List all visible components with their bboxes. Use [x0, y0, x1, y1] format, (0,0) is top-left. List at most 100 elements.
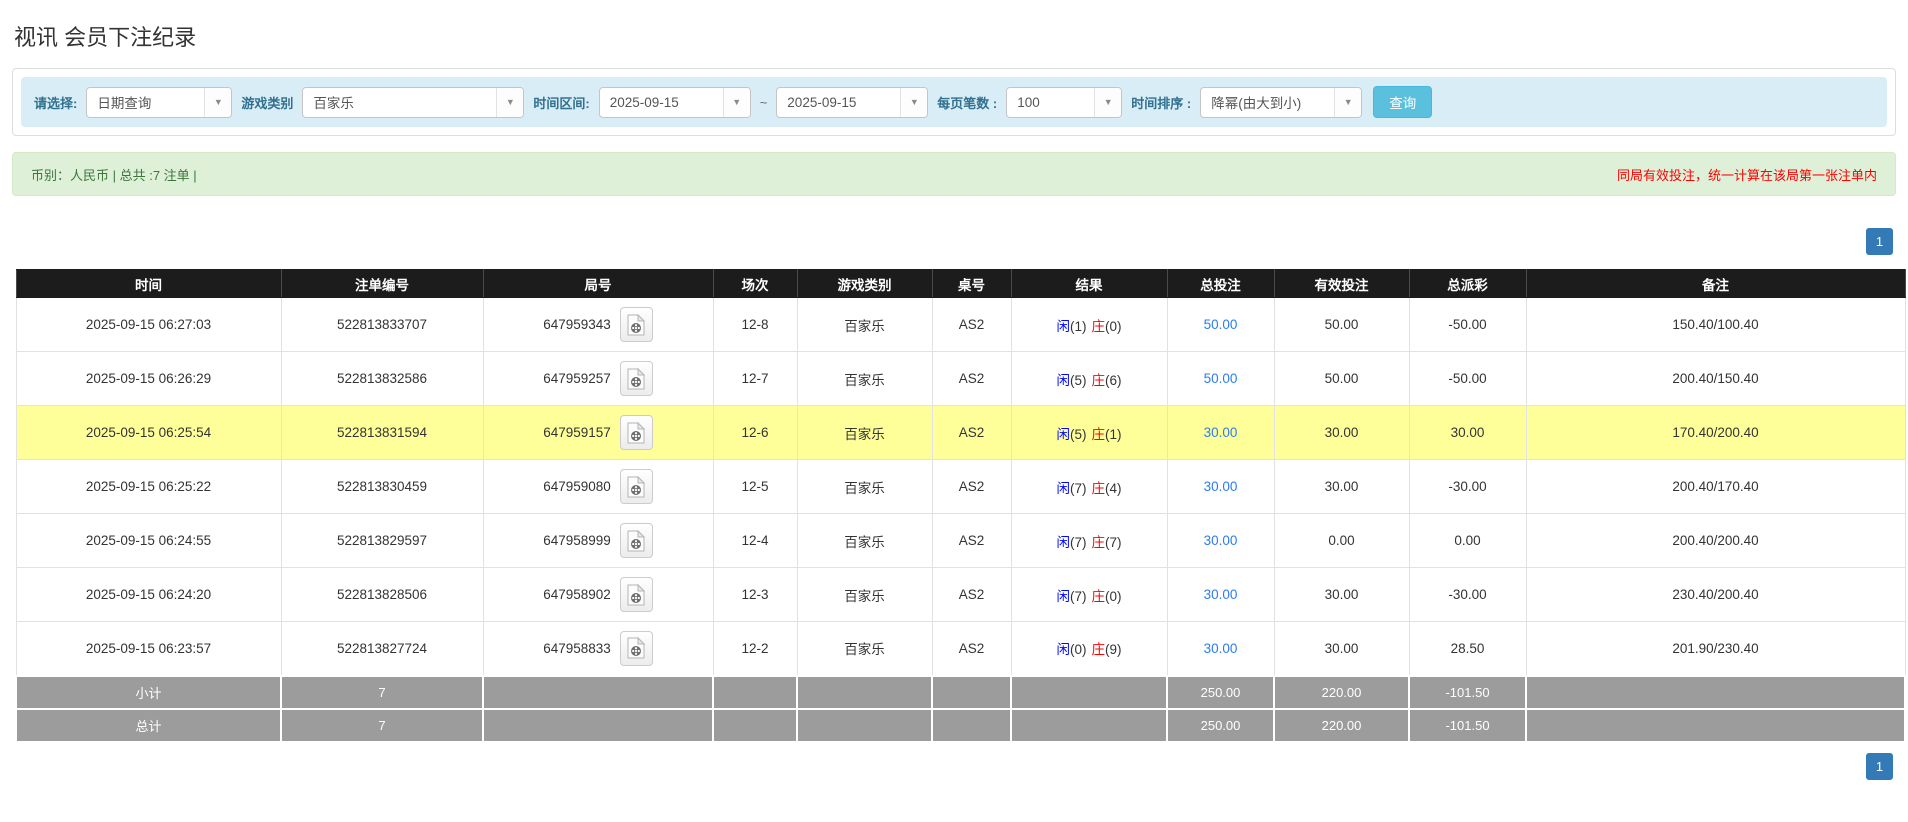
cell-bet-id: 522813833707: [280, 297, 484, 352]
video-record-button[interactable]: [619, 415, 653, 450]
cell-valid-bet: 50.00: [1273, 297, 1410, 352]
cell-result: 闲(7) 庄(4): [1010, 459, 1168, 514]
chevron-down-icon[interactable]: ▼: [496, 87, 524, 117]
cell-table-no: AS2: [931, 621, 1012, 676]
summary-bar: 币别：人民币 | 总共 :7 注单 | 同局有效投注，统一计算在该局第一张注单内: [12, 152, 1896, 196]
currency-total-text: 币别：人民币 | 总共 :7 注单 |: [31, 167, 197, 183]
video-file-icon: [627, 313, 646, 335]
chevron-down-icon[interactable]: ▼: [900, 87, 928, 117]
cell-bet-id: 522813828506: [280, 567, 484, 622]
video-record-button[interactable]: [619, 307, 653, 342]
valid-bet-note: 同局有效投注，统一计算在该局第一张注单内: [1616, 167, 1877, 183]
round-number: 647959157: [543, 425, 611, 440]
video-file-icon: [627, 637, 646, 659]
header-session: 场次: [712, 269, 798, 298]
cell-time: 2025-09-15 06:24:20: [15, 567, 282, 622]
round-number: 647959080: [543, 479, 611, 494]
cell-bet-id: 522813832586: [280, 351, 484, 406]
total-bet-link[interactable]: 30.00: [1204, 641, 1238, 656]
cell-payout: 28.50: [1408, 621, 1527, 676]
page: 视讯 会员下注纪录 请选择: 日期查询 ▼ 游戏类别 百家乐 ▼ 时间区间: 2…: [0, 0, 1908, 780]
subtotal-row: 小计 7 250.00 220.00 -101.50: [15, 674, 1906, 710]
total-bet-link[interactable]: 30.00: [1204, 533, 1238, 548]
query-type-select[interactable]: 日期查询 ▼: [86, 86, 233, 118]
subtotal-payout: -101.50: [1408, 674, 1527, 710]
video-record-button[interactable]: [619, 577, 653, 612]
video-record-button[interactable]: [619, 469, 653, 504]
chevron-down-icon[interactable]: ▼: [722, 87, 750, 117]
total-bet-link[interactable]: 50.00: [1204, 317, 1238, 332]
cell-round: 647959343: [482, 297, 714, 352]
video-file-icon: [627, 475, 646, 497]
grand-total-total-bet: 250.00: [1166, 707, 1275, 743]
cell-round: 647958999: [482, 513, 714, 568]
round-number: 647958833: [543, 640, 611, 656]
cell-remark: 170.40/200.40: [1525, 405, 1906, 460]
cell-round: 647959257: [482, 351, 714, 406]
header-round: 局号: [482, 269, 714, 298]
cell-table-no: AS2: [931, 297, 1012, 352]
page-1-button[interactable]: 1: [1866, 752, 1893, 780]
game-type-select[interactable]: 百家乐 ▼: [302, 86, 525, 118]
game-type-label: 游戏类别: [241, 95, 294, 111]
header-total-bet: 总投注: [1166, 269, 1275, 298]
cell-total-bet: 30.00: [1166, 567, 1275, 622]
cell-valid-bet: 0.00: [1273, 513, 1410, 568]
header-payout: 总派彩: [1408, 269, 1527, 298]
cell-game: 百家乐: [796, 567, 933, 622]
cell-time: 2025-09-15 06:25:54: [15, 405, 282, 460]
cell-table-no: AS2: [931, 405, 1012, 460]
date-from-select[interactable]: 2025-09-15 ▼: [598, 86, 751, 118]
cell-game: 百家乐: [796, 459, 933, 514]
cell-result: 闲(7) 庄(0): [1010, 567, 1168, 622]
chevron-down-icon[interactable]: ▼: [204, 87, 232, 117]
cell-round: 647959080: [482, 459, 714, 514]
cell-time: 2025-09-15 06:23:57: [15, 621, 282, 676]
page-size-value: 100: [1017, 94, 1040, 110]
total-bet-link[interactable]: 30.00: [1204, 587, 1238, 602]
cell-session: 12-8: [712, 297, 798, 352]
cell-time: 2025-09-15 06:25:22: [15, 459, 282, 514]
cell-remark: 200.40/150.40: [1525, 351, 1906, 406]
filter-panel: 请选择: 日期查询 ▼ 游戏类别 百家乐 ▼ 时间区间: 2025-09-15 …: [12, 68, 1896, 136]
total-bet-link[interactable]: 30.00: [1204, 479, 1238, 494]
grand-total-valid-bet: 220.00: [1273, 707, 1410, 743]
video-record-button[interactable]: [619, 523, 653, 558]
total-bet-link[interactable]: 50.00: [1204, 371, 1238, 386]
cell-valid-bet: 30.00: [1273, 405, 1410, 460]
video-file-icon: [627, 421, 646, 443]
grand-total-payout: -101.50: [1408, 707, 1527, 743]
grand-total-row: 总计 7 250.00 220.00 -101.50: [15, 707, 1906, 743]
chevron-down-icon[interactable]: ▼: [1334, 87, 1362, 117]
total-bet-link[interactable]: 30.00: [1204, 425, 1238, 440]
cell-game: 百家乐: [796, 513, 933, 568]
video-record-button[interactable]: [619, 361, 653, 396]
cell-game: 百家乐: [796, 621, 933, 676]
date-range-separator: ~: [759, 94, 768, 110]
date-to-select[interactable]: 2025-09-15 ▼: [776, 86, 929, 118]
cell-payout: -50.00: [1408, 297, 1527, 352]
cell-game: 百家乐: [796, 297, 933, 352]
search-button[interactable]: 查询: [1373, 86, 1433, 118]
page-size-label: 每页笔数 :: [937, 95, 998, 111]
cell-remark: 201.90/230.40: [1525, 621, 1906, 676]
chevron-down-icon[interactable]: ▼: [1094, 87, 1122, 117]
table-row: 2025-09-15 06:24:55 522813829597 6479589…: [15, 513, 1906, 568]
query-type-value: 日期查询: [97, 96, 152, 111]
page-1-button[interactable]: 1: [1866, 228, 1893, 255]
query-type-label: 请选择:: [34, 95, 78, 111]
time-sort-select[interactable]: 降幂(由大到小) ▼: [1200, 86, 1363, 118]
cell-session: 12-6: [712, 405, 798, 460]
cell-valid-bet: 30.00: [1273, 621, 1410, 676]
page-size-select[interactable]: 100 ▼: [1006, 86, 1123, 118]
cell-payout: 30.00: [1408, 405, 1527, 460]
cell-payout: -50.00: [1408, 351, 1527, 406]
cell-time: 2025-09-15 06:26:29: [15, 351, 282, 406]
header-valid-bet: 有效投注: [1273, 269, 1410, 298]
video-record-button[interactable]: [619, 630, 653, 666]
table-row-highlighted: 2025-09-15 06:25:54 522813831594 6479591…: [15, 405, 1906, 460]
header-bet-id: 注单编号: [280, 269, 484, 298]
cell-payout: -30.00: [1408, 567, 1527, 622]
date-from-value: 2025-09-15: [609, 94, 679, 110]
cell-session: 12-4: [712, 513, 798, 568]
